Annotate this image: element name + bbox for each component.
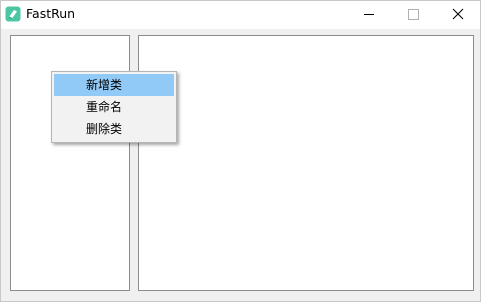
context-menu: 新增类 重命名 删除类 (51, 71, 177, 143)
window-title: FastRun (26, 6, 76, 21)
close-icon (452, 8, 464, 20)
fastrun-app-icon (5, 6, 21, 22)
menu-item-add-class[interactable]: 新增类 (54, 74, 174, 96)
maximize-icon (408, 9, 419, 20)
menu-item-rename[interactable]: 重命名 (54, 96, 174, 118)
title-bar[interactable]: FastRun (1, 1, 480, 29)
app-window: FastRun 新增类 重命名 删除类 (0, 0, 481, 302)
minimize-button[interactable] (346, 1, 392, 29)
close-button[interactable] (436, 1, 481, 29)
client-area (1, 29, 480, 301)
menu-item-delete-class[interactable]: 删除类 (54, 118, 174, 140)
minimize-icon (364, 14, 374, 15)
maximize-button[interactable] (391, 1, 437, 29)
content-panel[interactable] (138, 35, 474, 291)
